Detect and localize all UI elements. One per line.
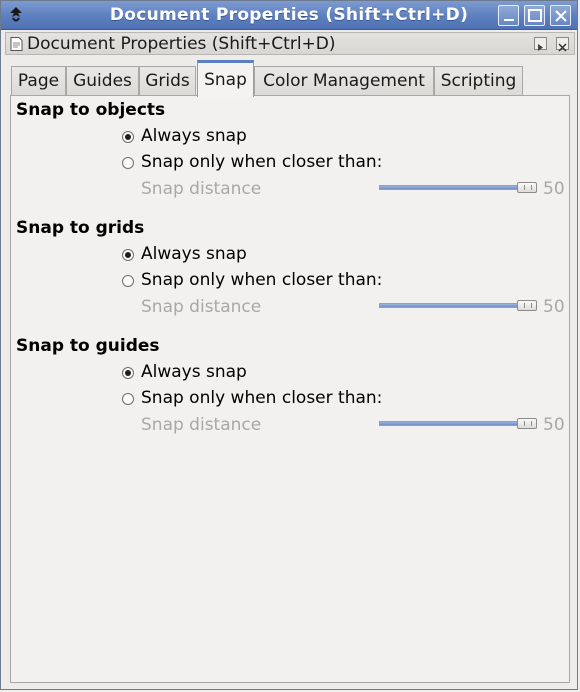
tab-page[interactable]: Page <box>11 66 66 96</box>
section-title-objects: Snap to objects <box>16 100 166 120</box>
slider-track[interactable] <box>379 185 527 190</box>
close-icon <box>555 10 567 22</box>
radio-indicator[interactable] <box>122 249 134 261</box>
close-icon <box>558 43 567 52</box>
snap-panel: Snap to objects Always snap Snap only wh… <box>10 95 570 683</box>
dock-iconify-button[interactable] <box>534 37 547 51</box>
objects-snap-distance-value: 50 <box>543 179 565 199</box>
radio-indicator[interactable] <box>122 367 134 379</box>
grids-snap-distance-label: Snap distance <box>141 297 262 317</box>
radio-indicator[interactable] <box>122 275 134 287</box>
radio-label: Snap only when closer than: <box>141 152 383 172</box>
grids-snap-distance-slider[interactable] <box>379 300 539 312</box>
guides-snap-distance-slider[interactable] <box>379 418 539 430</box>
slider-handle[interactable] <box>517 182 537 193</box>
dock-header[interactable]: Document Properties (Shift+Ctrl+D) <box>5 32 575 55</box>
document-properties-window: Document Properties (Shift+Ctrl+D) Docum… <box>0 0 578 690</box>
tab-bar: Page Guides Grids Snap Color Management … <box>11 60 571 97</box>
objects-snap-distance-slider[interactable] <box>379 182 539 194</box>
radio-label: Always snap <box>141 362 247 382</box>
radio-indicator[interactable] <box>122 131 134 143</box>
radio-indicator[interactable] <box>122 157 134 169</box>
radio-label: Always snap <box>141 126 247 146</box>
guides-snap-distance-value: 50 <box>543 415 565 435</box>
maximize-icon <box>528 9 542 22</box>
radio-label: Always snap <box>141 244 247 264</box>
tab-color-management[interactable]: Color Management <box>254 66 434 96</box>
tab-scripting[interactable]: Scripting <box>434 66 523 96</box>
slider-handle[interactable] <box>517 418 537 429</box>
minimize-button[interactable] <box>498 5 519 26</box>
dock-close-button[interactable] <box>556 37 569 52</box>
maximize-button[interactable] <box>524 5 545 26</box>
radio-label: Snap only when closer than: <box>141 388 383 408</box>
minimize-icon <box>504 19 514 21</box>
grids-snap-distance-value: 50 <box>543 297 565 317</box>
tab-guides[interactable]: Guides <box>66 66 139 96</box>
title-bar[interactable]: Document Properties (Shift+Ctrl+D) <box>1 1 577 30</box>
guides-snap-distance-label: Snap distance <box>141 415 262 435</box>
close-button[interactable] <box>550 5 571 26</box>
slider-track[interactable] <box>379 303 527 308</box>
objects-snap-distance-label: Snap distance <box>141 179 262 199</box>
section-title-grids: Snap to grids <box>16 218 145 238</box>
document-icon <box>10 37 23 51</box>
play-icon <box>538 44 543 51</box>
tab-grids[interactable]: Grids <box>139 66 196 96</box>
tab-snap[interactable]: Snap <box>197 60 254 97</box>
radio-label: Snap only when closer than: <box>141 270 383 290</box>
dock-title: Document Properties (Shift+Ctrl+D) <box>27 34 336 54</box>
slider-handle[interactable] <box>517 300 537 311</box>
radio-indicator[interactable] <box>122 393 134 405</box>
window-title: Document Properties (Shift+Ctrl+D) <box>109 5 469 25</box>
slider-track[interactable] <box>379 421 527 426</box>
section-title-guides: Snap to guides <box>16 336 160 356</box>
